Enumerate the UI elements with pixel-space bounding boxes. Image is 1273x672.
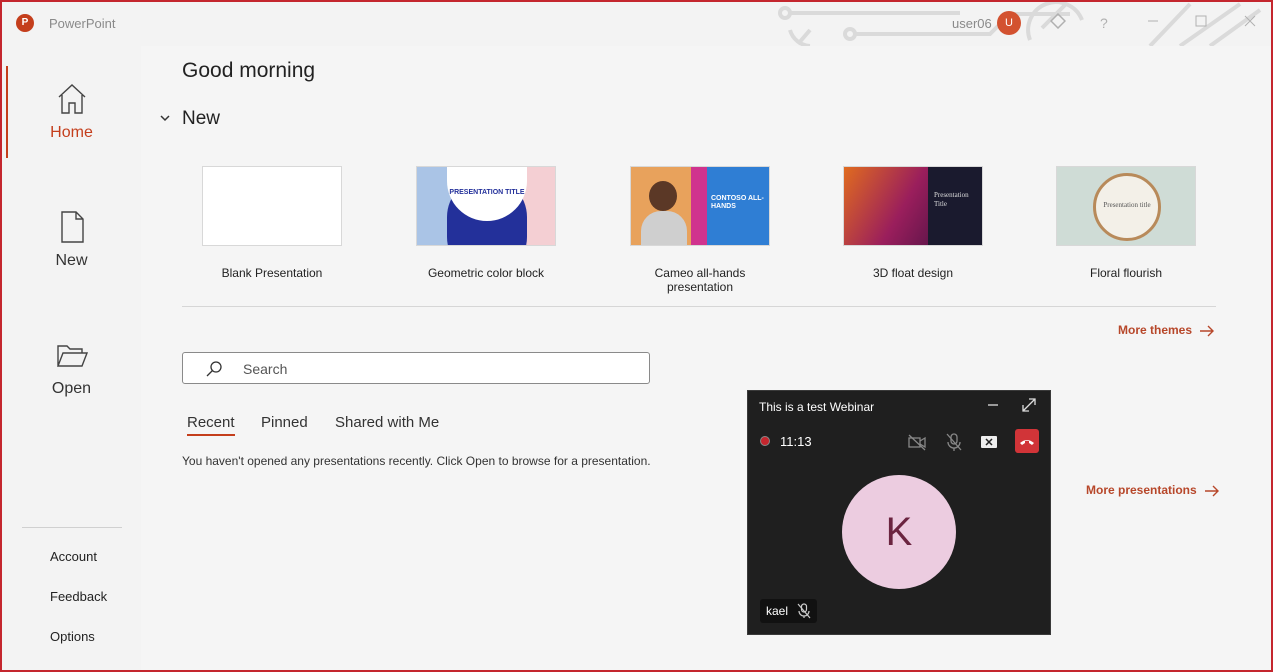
close-icon[interactable] xyxy=(1240,10,1260,34)
sidebar: Home New Open Account Feedback Options xyxy=(2,46,141,670)
search-input[interactable] xyxy=(243,359,633,379)
new-section-heading[interactable]: New xyxy=(182,108,220,130)
account-link[interactable]: Account xyxy=(50,549,97,564)
webinar-title: This is a test Webinar xyxy=(759,400,875,414)
template-name: 3D float design xyxy=(872,266,954,280)
template-geometric[interactable]: PRESENTATION TITLE Geometric color block xyxy=(406,166,566,280)
tab-pinned[interactable]: Pinned xyxy=(261,414,308,431)
sidebar-item-new[interactable]: New xyxy=(2,200,141,300)
tab-shared-with-me[interactable]: Shared with Me xyxy=(335,414,439,431)
participant-avatar: K xyxy=(842,475,956,589)
template-thumbnail: Presentation Title xyxy=(843,166,983,246)
recording-icon xyxy=(760,436,770,446)
feedback-link[interactable]: Feedback xyxy=(50,589,107,604)
search-icon xyxy=(206,361,222,377)
main-content: Good morning New Blank Presentation PRES… xyxy=(141,46,1271,670)
arrow-right-icon xyxy=(1205,485,1220,497)
template-floral[interactable]: Presentation title Floral flourish xyxy=(1046,166,1206,280)
home-icon xyxy=(58,84,86,114)
new-file-icon xyxy=(61,211,84,243)
template-cameo[interactable]: CONTOSO ALL-HANDS Cameo all-hands presen… xyxy=(620,166,780,294)
mic-muted-icon xyxy=(797,603,811,619)
user-name[interactable]: user06 xyxy=(952,16,992,31)
template-thumbnail xyxy=(202,166,342,246)
tab-recent[interactable]: Recent xyxy=(187,414,235,436)
arrow-right-icon xyxy=(1200,325,1215,337)
sidebar-item-label: Home xyxy=(50,124,93,141)
camera-off-icon[interactable] xyxy=(906,431,928,453)
sidebar-divider xyxy=(22,527,122,528)
sidebar-item-label: New xyxy=(55,252,88,269)
mic-off-icon[interactable] xyxy=(943,431,965,453)
template-thumbnail: CONTOSO ALL-HANDS xyxy=(630,166,770,246)
hang-up-button[interactable] xyxy=(1015,429,1039,453)
empty-recent-message: You haven't opened any presentations rec… xyxy=(182,454,651,468)
template-3d-float[interactable]: Presentation Title 3D float design xyxy=(833,166,993,280)
template-thumbnail: PRESENTATION TITLE xyxy=(416,166,556,246)
options-link[interactable]: Options xyxy=(50,629,95,644)
help-icon[interactable]: ? xyxy=(1100,15,1108,31)
maximize-icon[interactable] xyxy=(1191,10,1211,34)
sidebar-item-open[interactable]: Open xyxy=(2,328,141,428)
user-avatar[interactable]: U xyxy=(997,11,1021,35)
screen-share-stop-icon[interactable] xyxy=(978,431,1000,453)
sidebar-item-label: Open xyxy=(51,380,92,397)
more-themes-link[interactable]: More themes xyxy=(1118,323,1215,337)
template-name: Geometric color block xyxy=(427,266,545,280)
chevron-down-icon[interactable] xyxy=(160,112,170,126)
page-title: Good morning xyxy=(182,59,316,82)
search-box[interactable] xyxy=(182,352,650,384)
participant-name-tag: kael xyxy=(760,599,817,623)
title-bar: P PowerPoint user06 U ? xyxy=(0,0,1273,46)
sidebar-item-home[interactable]: Home xyxy=(2,72,141,172)
expand-icon[interactable] xyxy=(1020,396,1038,414)
minimize-icon[interactable] xyxy=(984,395,1002,415)
participant-name: kael xyxy=(766,604,789,618)
template-thumbnail: Presentation title xyxy=(1056,166,1196,246)
template-name: Floral flourish xyxy=(1089,266,1163,280)
section-divider xyxy=(182,306,1216,307)
minimize-icon[interactable] xyxy=(1143,10,1163,34)
powerpoint-logo-icon: P xyxy=(16,14,34,32)
template-name: Blank Presentation xyxy=(221,266,323,280)
template-blank[interactable]: Blank Presentation xyxy=(192,166,352,280)
template-name: Cameo all-hands presentation xyxy=(654,266,746,294)
folder-open-icon xyxy=(56,345,88,367)
more-presentations-link[interactable]: More presentations xyxy=(1086,483,1220,497)
diamond-icon[interactable] xyxy=(1049,12,1067,32)
webinar-window[interactable]: This is a test Webinar 11:13 K kael xyxy=(747,390,1051,635)
call-timer: 11:13 xyxy=(780,434,812,449)
phone-hangup-icon xyxy=(1020,440,1034,445)
app-name: PowerPoint xyxy=(49,16,116,31)
